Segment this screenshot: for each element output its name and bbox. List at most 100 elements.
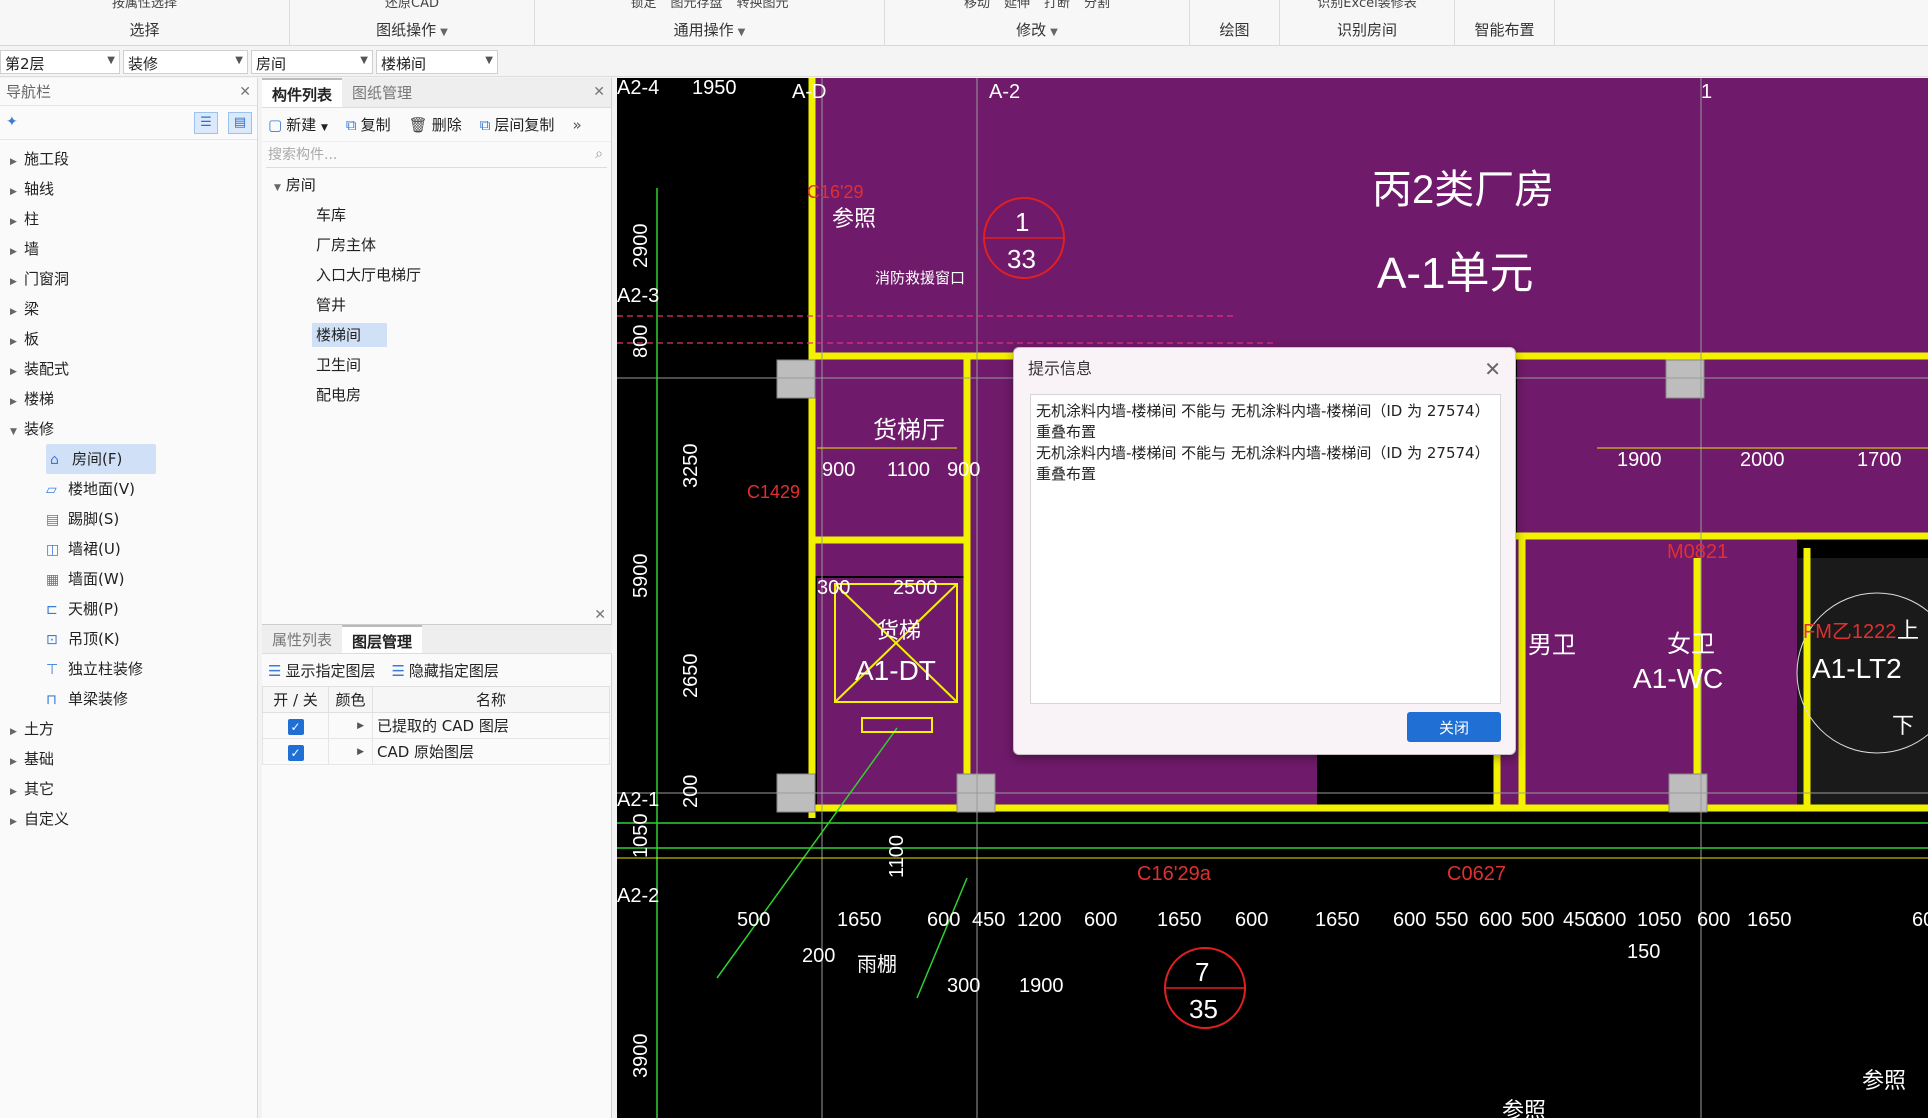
- more-icon[interactable]: »: [572, 116, 581, 134]
- new-file-icon: ▢: [268, 116, 283, 134]
- ribbon-group-smart-place: 智能布置: [1455, 0, 1555, 46]
- close-icon[interactable]: ✕: [593, 84, 605, 100]
- ribbon-cut-label[interactable]: 锁定: [630, 0, 656, 11]
- baseboard-icon: ▤: [46, 512, 60, 528]
- nav-item[interactable]: ▶ 装配式: [0, 354, 257, 384]
- close-icon[interactable]: ✕: [239, 78, 251, 106]
- tab-component-list[interactable]: 构件列表: [262, 78, 343, 107]
- nav-sub-item[interactable]: ◫ 墙裙(U): [0, 534, 257, 564]
- ribbon-group-label[interactable]: 图纸操作 ▼: [290, 19, 534, 40]
- nav-sub-item[interactable]: ▱ 楼地面(V): [0, 474, 257, 504]
- list-item[interactable]: 入口大厅电梯厅: [262, 260, 611, 290]
- component-search[interactable]: 搜索构件... ⌕: [266, 144, 607, 168]
- list-item-selected[interactable]: 楼梯间: [262, 320, 611, 350]
- nav-item-decoration[interactable]: ▼ 装修: [0, 414, 257, 444]
- ribbon-cut-label[interactable]: 延伸: [1004, 0, 1030, 11]
- cad-label: A1-DT: [855, 655, 936, 686]
- nav-toolbar: ✦ ☰ ▤: [0, 106, 257, 140]
- delete-button[interactable]: 🗑 删除: [409, 114, 462, 135]
- ribbon-cut-label[interactable]: 识别Excel装修表: [1317, 0, 1416, 11]
- list-view-icon[interactable]: ☰: [194, 112, 218, 134]
- list-item[interactable]: 卫生间: [262, 350, 611, 380]
- chevron-right-icon: ▶: [10, 157, 17, 167]
- chevron-down-icon: ▼: [440, 27, 448, 38]
- type-select[interactable]: 房间 ▼: [251, 49, 373, 74]
- close-button[interactable]: 关闭: [1407, 712, 1501, 742]
- nav-sub-item-room[interactable]: ⌂ 房间(F): [46, 444, 156, 474]
- tab-property-list[interactable]: 属性列表: [262, 625, 342, 653]
- show-layer-button[interactable]: ☰ 显示指定图层: [268, 660, 375, 681]
- cad-label: C16'29a: [1137, 863, 1212, 885]
- dimension: 1900: [1617, 449, 1662, 471]
- cad-label: 参照: [1502, 1098, 1546, 1118]
- sparkle-icon[interactable]: ✦: [6, 114, 18, 130]
- floor-copy-button[interactable]: ⧉ 层间复制: [480, 114, 555, 135]
- copy-button[interactable]: ⧉ 复制: [346, 114, 391, 135]
- nav-item[interactable]: ▶ 柱: [0, 204, 257, 234]
- ribbon-cut-label[interactable]: 打断: [1044, 0, 1070, 11]
- ribbon-cut-label[interactable]: 按属性选择: [112, 0, 177, 11]
- nav-item[interactable]: ▶ 土方: [0, 714, 257, 744]
- dimension: 1650: [1747, 909, 1792, 931]
- ribbon-group-label[interactable]: 修改 ▼: [885, 19, 1189, 40]
- floor-select[interactable]: 第2层 ▼: [0, 49, 120, 74]
- cad-label: 消防救援窗口: [875, 269, 965, 287]
- nav-item[interactable]: ▶ 楼梯: [0, 384, 257, 414]
- nav-item[interactable]: ▶ 自定义: [0, 804, 257, 834]
- tab-layer-management[interactable]: 图层管理: [342, 625, 423, 653]
- layer-toggle-checkbox[interactable]: ✓: [287, 718, 304, 735]
- dialog-message-line: 重叠布置: [1036, 423, 1097, 441]
- chevron-right-icon[interactable]: ▶: [357, 747, 364, 757]
- nav-panel-title: 导航栏: [6, 83, 52, 101]
- nav-item[interactable]: ▶ 墙: [0, 234, 257, 264]
- chevron-right-icon[interactable]: ▶: [357, 721, 364, 731]
- category-select[interactable]: 装修 ▼: [123, 49, 248, 74]
- nav-item[interactable]: ▶ 门窗洞: [0, 264, 257, 294]
- ribbon-cut-label[interactable]: 转换图元: [737, 0, 789, 11]
- ribbon-group-select: 按属性选择 选择: [0, 0, 290, 46]
- close-icon[interactable]: ✕: [1484, 348, 1501, 390]
- ribbon-cut-label[interactable]: 移动: [964, 0, 990, 11]
- search-input[interactable]: 搜索构件...: [268, 147, 337, 163]
- list-item[interactable]: 厂房主体: [262, 230, 611, 260]
- chevron-down-icon: ▼: [107, 54, 115, 66]
- detail-view-icon[interactable]: ▤: [228, 112, 252, 134]
- dimension: 600: [1235, 909, 1268, 931]
- tab-drawing-management[interactable]: 图纸管理: [342, 78, 422, 107]
- floor-icon: ▱: [46, 482, 57, 498]
- hide-layer-button[interactable]: ☰ 隐藏指定图层: [391, 660, 498, 681]
- dimension: 500: [737, 909, 770, 931]
- ribbon-group-label[interactable]: 通用操作 ▼: [535, 19, 884, 40]
- nav-item[interactable]: ▶ 板: [0, 324, 257, 354]
- nav-item[interactable]: ▶ 其它: [0, 774, 257, 804]
- nav-sub-item[interactable]: ▦ 墙面(W): [0, 564, 257, 594]
- nav-sub-item[interactable]: ⊡ 吊顶(K): [0, 624, 257, 654]
- dimension: 600: [1084, 909, 1117, 931]
- nav-item[interactable]: ▶ 施工段: [0, 144, 257, 174]
- cad-label: 雨棚: [857, 953, 897, 976]
- ribbon-group-common-ops: 锁定 图元存盘 转换图元 通用操作 ▼: [535, 0, 885, 46]
- ribbon-cut-label[interactable]: 图元存盘: [670, 0, 722, 11]
- layer-toolbar: ☰ 显示指定图层 ☰ 隐藏指定图层: [262, 654, 612, 686]
- list-item[interactable]: 管井: [262, 290, 611, 320]
- layer-toggle-checkbox[interactable]: ✓: [287, 744, 304, 761]
- close-icon[interactable]: ✕: [594, 607, 606, 623]
- nav-sub-item[interactable]: ⊤ 独立柱装修: [0, 654, 257, 684]
- search-icon[interactable]: ⌕: [595, 146, 603, 162]
- ribbon-cut-label[interactable]: 分割: [1084, 0, 1110, 11]
- component-select[interactable]: 楼梯间 ▼: [376, 49, 498, 74]
- dimension: 2000: [1740, 449, 1785, 471]
- nav-item[interactable]: ▶ 轴线: [0, 174, 257, 204]
- nav-sub-item[interactable]: ⊓ 单梁装修: [0, 684, 257, 714]
- marker-top: 7: [1195, 957, 1209, 987]
- ribbon-cut-label[interactable]: 还原CAD: [385, 0, 439, 11]
- tree-root[interactable]: ▼ 房间: [262, 170, 611, 200]
- new-button[interactable]: ▢ 新建 ▼: [268, 114, 328, 135]
- nav-item[interactable]: ▶ 基础: [0, 744, 257, 774]
- nav-item[interactable]: ▶ 梁: [0, 294, 257, 324]
- list-item[interactable]: 配电房: [262, 380, 611, 410]
- layers-show-icon: ☰: [268, 661, 282, 680]
- nav-sub-item[interactable]: ⊏ 天棚(P): [0, 594, 257, 624]
- list-item[interactable]: 车库: [262, 200, 611, 230]
- nav-sub-item[interactable]: ▤ 踢脚(S): [0, 504, 257, 534]
